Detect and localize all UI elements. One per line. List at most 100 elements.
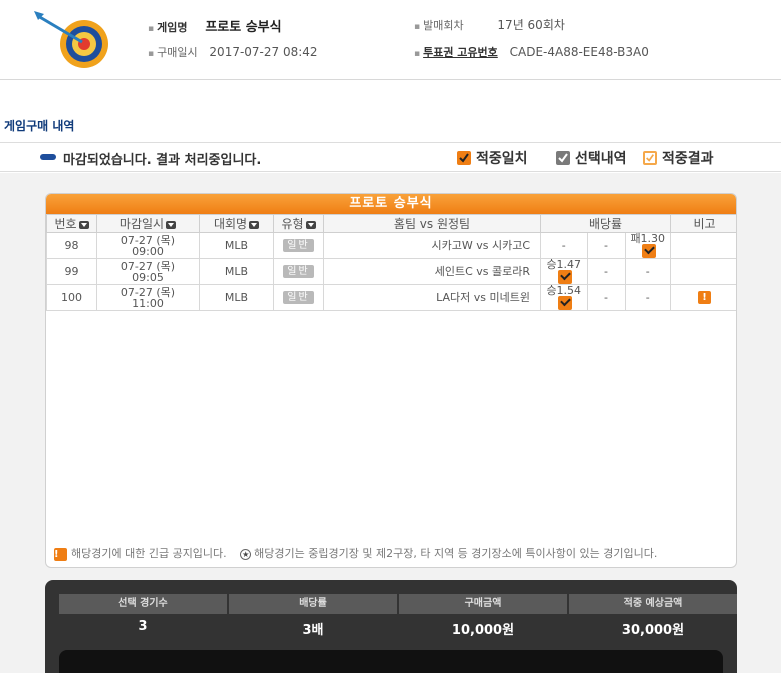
col-note: 비고 <box>670 214 736 233</box>
row-odds: 승1.54- - <box>540 284 671 311</box>
legend-hit-result: 적중결과 <box>643 148 714 168</box>
odd-cell: - <box>645 265 650 278</box>
gray-check-icon <box>556 151 570 165</box>
row-match: 시카고W vs 시카고C <box>323 232 541 259</box>
row-match: 세인트C vs 콜로라R <box>323 258 541 285</box>
legend-label: 적중결과 <box>662 151 714 167</box>
legend-label: 선택내역 <box>575 151 627 167</box>
section-title: 게임구매 내역 <box>4 119 75 133</box>
check-icon <box>642 244 657 258</box>
row-deadline: 07-27 (목) 09:00 <box>96 232 200 259</box>
table-row: 99 07-27 (목) 09:05 MLB 일반 세인트C vs 콜로라R 승1.47- - <box>46 258 736 285</box>
col-no[interactable]: 번호 <box>46 214 97 233</box>
row-note[interactable] <box>670 258 736 285</box>
outline-check-icon <box>643 151 657 165</box>
urgent-notice-icon: ! <box>54 548 67 561</box>
purchase-summary: 선택 경기수 3 배당률 3배 구매금액 10,000원 적중 예상금액 30,… <box>45 580 737 673</box>
col-league[interactable]: 대회명 <box>199 214 274 233</box>
odd-cell: - <box>645 291 650 304</box>
summary-value: 10,000원 <box>451 623 515 638</box>
bet-table-panel: 프로토 승부식 번호 마감일시 대회명 유형 홈팀 vs 원정팀 배당률 비고 … <box>45 193 737 568</box>
game-name-value: 프로토 승부식 <box>205 20 282 35</box>
check-icon <box>558 296 573 310</box>
table-row: 98 07-27 (목) 09:00 MLB 일반 시카고W vs 시카고C - - 패1.30 <box>46 232 736 259</box>
summary-odds: 배당률 3배 <box>229 594 397 638</box>
table-row: 100 07-27 (목) 11:00 MLB 일반 LA다저 vs 미네트윈 승1.54-… <box>46 284 736 311</box>
summary-footer-panel <box>59 650 723 673</box>
bet-table: 번호 마감일시 대회명 유형 홈팀 vs 원정팀 배당률 비고 98 07-27 … <box>46 214 736 311</box>
row-league: MLB <box>199 284 274 311</box>
game-name-label: 게임명 <box>157 21 188 34</box>
row-no: 98 <box>46 232 97 259</box>
row-odds: - - 패1.30 <box>540 232 671 259</box>
odd-cell: - <box>541 233 588 258</box>
purchase-date-label: 구매일시 <box>157 46 198 59</box>
odd-cell: 승1.54 <box>541 285 588 310</box>
row-deadline: 07-27 (목) 09:05 <box>96 258 200 285</box>
summary-label: 선택 경기수 <box>59 594 227 614</box>
neutral-notice-text: 해당경기는 중립경기장 및 제2구장, 타 지역 등 경기장소에 특이사항이 있… <box>254 547 658 560</box>
col-deadline[interactable]: 마감일시 <box>96 214 200 233</box>
row-type: 일반 <box>273 284 324 311</box>
summary-label: 적중 예상금액 <box>569 594 737 614</box>
summary-value: 30,000원 <box>621 623 685 638</box>
row-league: MLB <box>199 232 274 259</box>
summary-label: 구매금액 <box>399 594 567 614</box>
row-note[interactable]: ! <box>670 284 736 311</box>
status-indicator-icon <box>40 154 56 160</box>
ticket-id-value: CADE-4A88-EE48-B3A0 <box>509 45 649 59</box>
row-no: 100 <box>46 284 97 311</box>
ticket-id-row: ▪ 투표권 고유번호 CADE-4A88-EE48-B3A0 <box>414 45 649 59</box>
type-badge: 일반 <box>283 239 314 252</box>
row-note[interactable] <box>670 232 736 259</box>
row-deadline: 07-27 (목) 11:00 <box>96 284 200 311</box>
summary-label: 배당률 <box>229 594 397 614</box>
check-icon <box>558 270 573 284</box>
table-header-row: 번호 마감일시 대회명 유형 홈팀 vs 원정팀 배당률 비고 <box>46 214 736 233</box>
legend-selection: 선택내역 <box>556 148 627 168</box>
odd-cell: - <box>587 285 626 310</box>
round-value: 17년 60회차 <box>497 18 565 32</box>
odd-cell: 패1.30 <box>625 233 670 258</box>
sort-icon[interactable] <box>166 220 177 229</box>
legend-label: 적중일치 <box>476 151 528 167</box>
sort-icon[interactable] <box>305 220 316 229</box>
notice-bar: ! 해당경기에 대한 긴급 공지입니다. ★ 해당경기는 중립경기장 및 제2구장,… <box>54 545 657 561</box>
legend-hit-match: 적중일치 <box>457 148 528 168</box>
row-no: 99 <box>46 258 97 285</box>
type-badge: 일반 <box>283 265 314 278</box>
dartboard-target-icon <box>34 11 108 68</box>
star-icon: ★ <box>240 548 252 560</box>
status-text: 마감되었습니다. 결과 처리중입니다. <box>63 153 262 168</box>
game-name-row: ▪ 게임명 프로토 승부식 <box>148 20 282 35</box>
row-odds: 승1.47- - <box>540 258 671 285</box>
sort-icon[interactable] <box>249 220 260 229</box>
type-badge: 일반 <box>283 291 314 304</box>
summary-value: 3 <box>138 619 148 634</box>
sort-icon[interactable] <box>78 220 89 229</box>
row-type: 일반 <box>273 258 324 285</box>
row-match: LA다저 vs 미네트윈 <box>323 284 541 311</box>
row-league: MLB <box>199 258 274 285</box>
odd-cell: - <box>587 259 626 284</box>
round-label: 발매회차 <box>423 19 464 32</box>
summary-game-count: 선택 경기수 3 <box>59 594 227 634</box>
round-row: ▪ 발매회차 17년 60회차 <box>414 18 565 32</box>
ticket-id-label: 투표권 고유번호 <box>423 46 498 59</box>
table-title: 프로토 승부식 <box>46 194 736 214</box>
status-bar: 마감되었습니다. 결과 처리중입니다. 적중일치 선택내역 적중결과 <box>0 142 781 172</box>
summary-value: 3배 <box>302 623 324 638</box>
col-type[interactable]: 유형 <box>273 214 324 233</box>
ticket-header: ▪ 게임명 프로토 승부식 ▪ 구매일시 2017-07-27 08:42 ▪ 발매회… <box>0 0 781 80</box>
odd-cell: 승1.47 <box>541 259 588 284</box>
purchase-date-value: 2017-07-27 08:42 <box>209 45 318 59</box>
warning-icon[interactable]: ! <box>698 291 711 304</box>
orange-check-icon <box>457 151 471 165</box>
row-type: 일반 <box>273 232 324 259</box>
summary-expected: 적중 예상금액 30,000원 <box>569 594 737 638</box>
purchase-date-row: ▪ 구매일시 2017-07-27 08:42 <box>148 45 318 59</box>
urgent-notice-text: 해당경기에 대한 긴급 공지입니다. <box>71 547 227 560</box>
summary-amount: 구매금액 10,000원 <box>399 594 567 638</box>
col-odds: 배당률 <box>540 214 671 233</box>
col-match: 홈팀 vs 원정팀 <box>323 214 541 233</box>
